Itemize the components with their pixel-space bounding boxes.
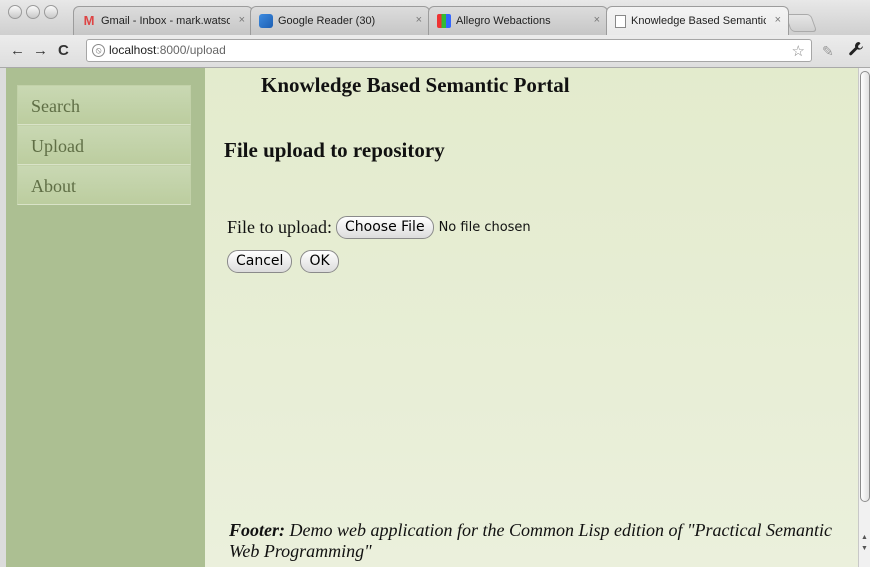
reload-icon[interactable]: C	[58, 42, 69, 59]
portal-title: Knowledge Based Semantic Portal	[261, 73, 570, 97]
sidebar-item-about[interactable]: About	[17, 165, 191, 205]
browser-toolbar: ← → C ⦸ localhost:8000/upload ☆ ✎	[0, 35, 870, 68]
globe-icon: ⦸	[92, 44, 105, 57]
allegro-icon	[437, 14, 451, 28]
scrollbar-thumb[interactable]	[860, 71, 870, 502]
sidebar-item-search[interactable]: Search	[17, 85, 191, 125]
cancel-button[interactable]: Cancel	[227, 250, 293, 273]
gmail-icon: M	[83, 13, 95, 28]
choose-file-button[interactable]: Choose File	[336, 216, 434, 239]
vertical-scrollbar[interactable]: ▲ ▼	[858, 68, 870, 567]
sidebar-item-upload[interactable]: Upload	[17, 125, 191, 165]
page-icon	[615, 14, 626, 28]
close-window-button[interactable]	[8, 5, 22, 19]
file-upload-label: File to upload:	[227, 217, 332, 237]
tab-strip: M Gmail - Inbox - mark.watson × Google R…	[0, 0, 870, 35]
forward-arrow-icon[interactable]: →	[33, 42, 48, 59]
tab-close-icon[interactable]: ×	[775, 14, 781, 26]
scroll-down-arrow-icon[interactable]: ▼	[861, 545, 868, 552]
tab-close-icon[interactable]: ×	[416, 14, 422, 26]
zoom-window-button[interactable]	[44, 5, 58, 19]
no-file-status: No file chosen	[438, 220, 531, 235]
sidebar: Search Upload About	[6, 68, 205, 567]
back-arrow-icon[interactable]: ←	[10, 42, 25, 59]
footer-label: Footer:	[229, 520, 285, 540]
tab-gmail[interactable]: M Gmail - Inbox - mark.watson ×	[73, 6, 253, 35]
window-controls	[8, 5, 58, 19]
footer-text: Demo web application for the Common Lisp…	[229, 520, 833, 561]
address-bar[interactable]: ⦸ localhost:8000/upload ☆	[86, 39, 812, 62]
tab-allegro[interactable]: Allegro Webactions ×	[428, 6, 608, 35]
tab-google-reader[interactable]: Google Reader (30) ×	[250, 6, 430, 35]
page-viewport: Search Upload About Knowledge Based Sema…	[0, 68, 870, 567]
tab-knowledge-portal[interactable]: Knowledge Based Semantic P ×	[606, 6, 789, 35]
scroll-up-arrow-icon[interactable]: ▲	[861, 534, 868, 541]
form-buttons: Cancel OK	[227, 250, 339, 273]
file-upload-row: File to upload: Choose File No file chos…	[227, 216, 531, 239]
ok-button[interactable]: OK	[300, 250, 339, 273]
address-path: :8000/upload	[156, 43, 226, 57]
sidebar-nav: Search Upload About	[17, 85, 191, 205]
main-content: Knowledge Based Semantic Portal File upl…	[205, 68, 858, 567]
tab-close-icon[interactable]: ×	[239, 14, 245, 26]
page-action-icon[interactable]: ✎	[822, 43, 834, 60]
page-footer: Footer: Demo web application for the Com…	[229, 520, 849, 562]
tab-close-icon[interactable]: ×	[594, 14, 600, 26]
minimize-window-button[interactable]	[26, 5, 40, 19]
bookmark-star-icon[interactable]: ☆	[792, 41, 805, 62]
wrench-icon[interactable]	[848, 41, 864, 62]
google-reader-icon	[259, 14, 273, 28]
address-host: localhost	[109, 43, 157, 57]
page-title: File upload to repository	[224, 138, 445, 162]
new-tab-button[interactable]	[784, 14, 818, 32]
